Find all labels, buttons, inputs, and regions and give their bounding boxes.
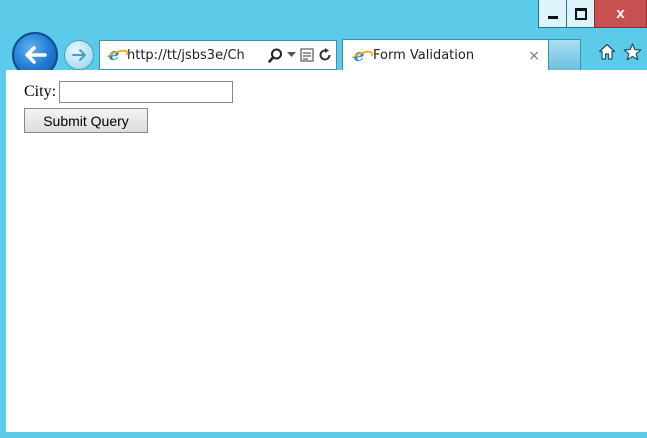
compatibility-view-icon[interactable] xyxy=(300,48,314,62)
tab-close-icon[interactable]: × xyxy=(528,48,540,64)
browser-window: x e http://tt/jsbs3e/Ch e Form Validatio… xyxy=(0,0,647,438)
submit-query-button[interactable]: Submit Query xyxy=(24,108,148,133)
chevron-down-icon[interactable] xyxy=(287,52,296,58)
address-bar-icons xyxy=(268,48,332,63)
minimize-button[interactable] xyxy=(538,0,567,28)
city-input[interactable] xyxy=(59,81,234,103)
tab-form-validation[interactable]: e Form Validation × xyxy=(342,39,549,71)
star-icon xyxy=(623,43,641,61)
search-icon[interactable] xyxy=(268,48,283,63)
new-tab-button[interactable] xyxy=(549,39,581,71)
refresh-icon[interactable] xyxy=(318,48,332,62)
forward-arrow-icon xyxy=(72,49,86,61)
close-icon: x xyxy=(616,5,625,22)
tab-title: Form Validation xyxy=(373,48,475,63)
favorites-button[interactable] xyxy=(621,40,643,64)
ie-logo-icon: e xyxy=(350,46,368,66)
home-button[interactable] xyxy=(596,40,618,64)
back-arrow-icon xyxy=(25,46,47,64)
maximize-icon xyxy=(574,7,587,20)
city-form-row: City: xyxy=(24,81,234,103)
address-text[interactable]: http://tt/jsbs3e/Ch xyxy=(127,48,257,63)
window-controls: x xyxy=(538,0,647,31)
close-button[interactable]: x xyxy=(594,0,647,28)
page-content: City: Submit Query xyxy=(6,70,647,432)
minimize-icon xyxy=(547,16,558,19)
ie-logo-icon: e xyxy=(105,45,123,65)
window-bottom-border xyxy=(0,432,647,438)
address-bar[interactable]: e http://tt/jsbs3e/Ch xyxy=(99,40,337,70)
maximize-button[interactable] xyxy=(566,0,595,28)
forward-button[interactable] xyxy=(64,40,94,70)
home-icon xyxy=(598,43,616,60)
city-label: City: xyxy=(24,83,57,100)
